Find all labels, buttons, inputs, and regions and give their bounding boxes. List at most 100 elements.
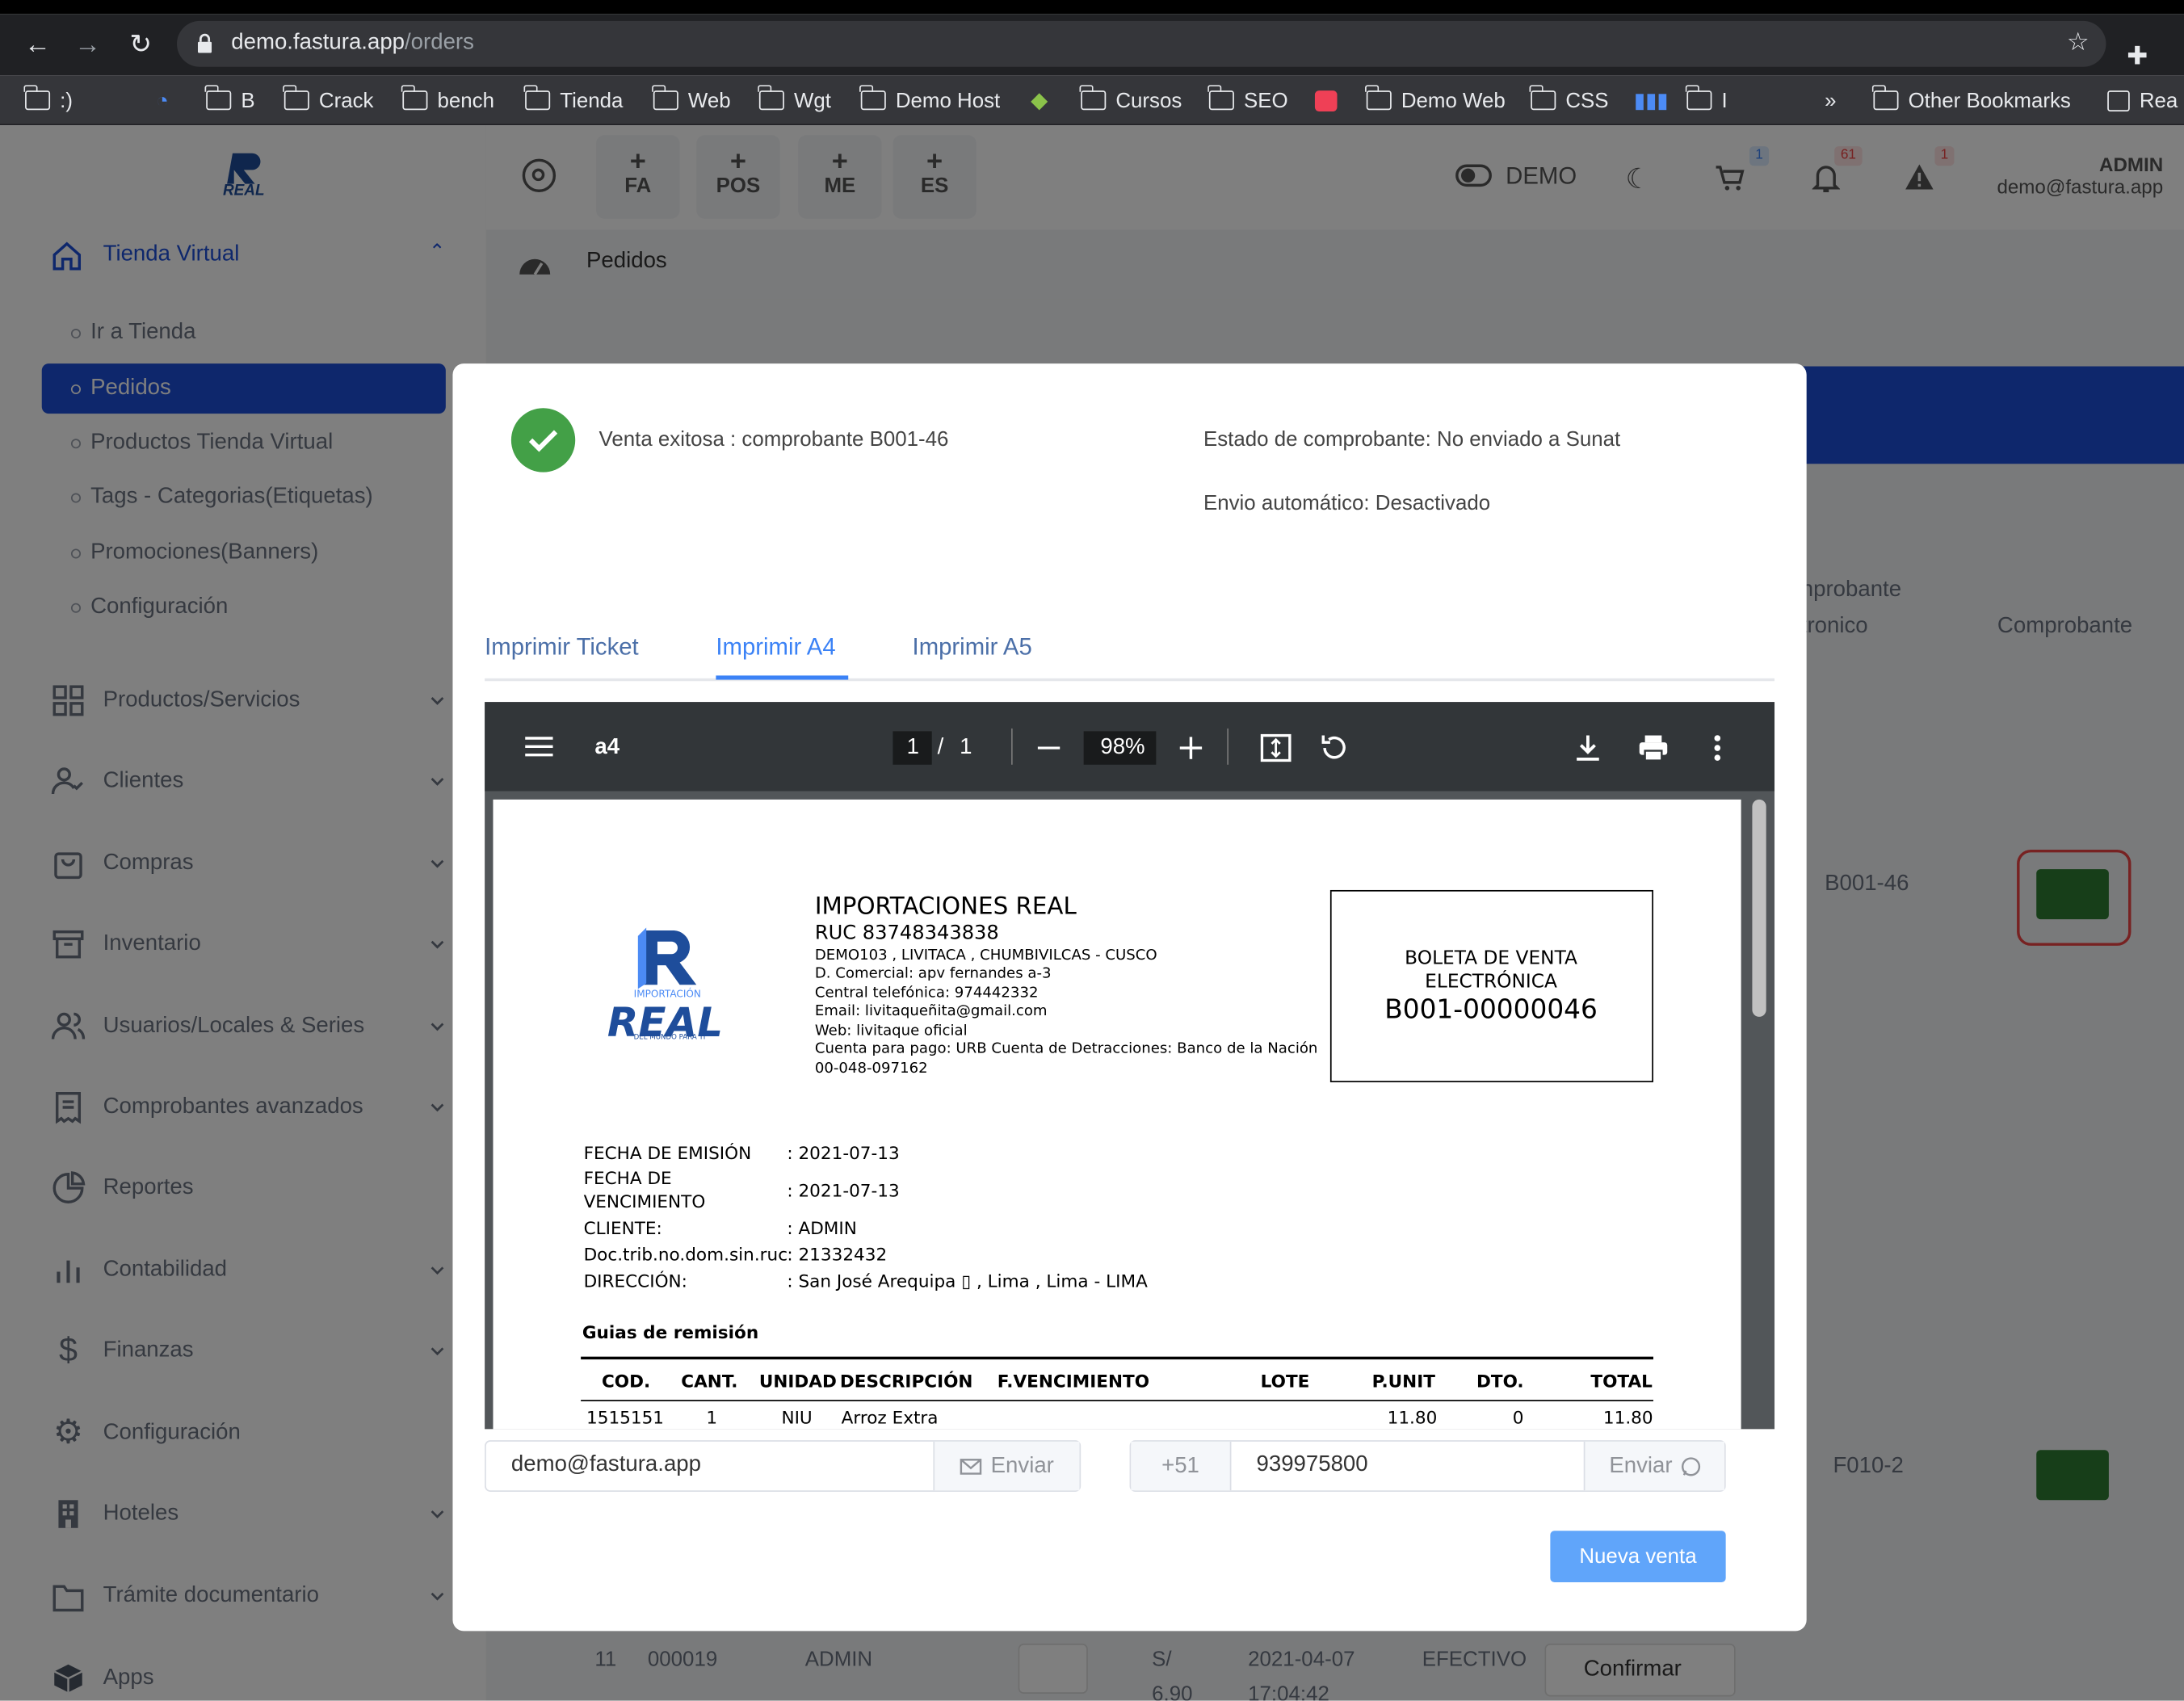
other-bookmarks[interactable]: Other Bookmarks (1872, 85, 2071, 114)
bookmark-chart-icon[interactable]: ▮▮▮ (1634, 86, 1669, 114)
folder-icon (1080, 85, 1107, 111)
success-message: Venta exitosa : comprobante B001-46 (598, 427, 949, 452)
field-label: FECHA DE (583, 1167, 672, 1188)
back-icon[interactable]: ← (21, 31, 54, 61)
bookmark-item[interactable]: Demo Host (859, 85, 1000, 114)
print-icon[interactable] (1638, 734, 1669, 762)
bookmark-item[interactable]: Demo Web (1365, 85, 1506, 114)
whatsapp-icon (1681, 1456, 1700, 1476)
document-type-box: BOLETA DE VENTA ELECTRÓNICA B001-0000004… (1329, 889, 1653, 1082)
pdf-viewer[interactable]: a4 1 / 1 98% IMPORTACIÓN REAL DEL MUNDO … (485, 702, 1775, 1430)
address-bar[interactable]: demo.fastura.app/orders ☆ (177, 20, 2106, 67)
email-value: demo@fastura.app (510, 1452, 701, 1476)
field-label: FECHA DE EMISIÓN (583, 1142, 752, 1163)
print-tabs: Imprimir Ticket Imprimir A4 Imprimir A5 (485, 628, 1775, 682)
table-header: COD. (601, 1370, 651, 1392)
table-header: LOTE (1260, 1370, 1310, 1392)
bookmarks-overflow[interactable]: » (1825, 86, 1836, 114)
table-cell: Arroz Extra (841, 1406, 939, 1428)
table-header: UNIDAD (758, 1370, 837, 1392)
lock-icon (197, 33, 212, 53)
bookmark-item[interactable]: bench (401, 85, 494, 114)
bookmark-icon-blue[interactable]: ◔ (156, 86, 169, 114)
folder-icon (758, 85, 784, 111)
bookmark-item[interactable]: SEO (1208, 85, 1288, 114)
field-value: : 2021-07-13 (787, 1179, 900, 1201)
whatsapp-field[interactable]: +51 939975800 Enviar (1129, 1440, 1726, 1492)
folder-icon (652, 85, 678, 111)
company-account: Cuenta para pago: URB Cuenta de Detracci… (814, 1040, 1318, 1057)
table-header: DESCRIPCIÓN (839, 1370, 973, 1392)
zoom-input[interactable]: 98% (1083, 731, 1157, 765)
field-value: : ADMIN (787, 1217, 857, 1239)
browser-toolbar: ← → ↻ demo.fastura.app/orders ☆ ✚ (0, 14, 2184, 76)
zoom-in-icon[interactable] (1179, 737, 1203, 759)
extensions-icon[interactable]: ✚ (2127, 42, 2148, 71)
reading-list[interactable]: Rea (2107, 86, 2178, 114)
table-cell: 11.80 (1602, 1406, 1653, 1428)
table-header: CANT. (681, 1370, 738, 1392)
tab-imprimir-a4[interactable]: Imprimir A4 (716, 634, 835, 662)
bookmark-tag-icon[interactable]: ◆ (1031, 86, 1048, 114)
phone-value: 939975800 (1256, 1452, 1368, 1476)
success-check-icon (510, 408, 576, 472)
bookmark-item[interactable]: Cursos (1080, 85, 1182, 114)
bookmark-item[interactable]: I (1686, 85, 1728, 114)
sale-success-modal: Venta exitosa : comprobante B001-46 Esta… (452, 363, 1807, 1632)
send-email-button[interactable]: Enviar (933, 1441, 1080, 1491)
bookmark-item[interactable]: B (205, 85, 255, 114)
pocket-icon[interactable] (1314, 86, 1338, 114)
pdf-scrollbar[interactable] (1752, 799, 1766, 1017)
tab-imprimir-ticket[interactable]: Imprimir Ticket (485, 634, 639, 662)
more-options-icon[interactable] (1713, 734, 1721, 762)
folder-icon (1872, 85, 1899, 111)
page-number-input[interactable]: 1 (892, 731, 932, 765)
company-ruc: RUC 83748343838 (814, 922, 999, 945)
table-cell: 1515151 (586, 1406, 665, 1428)
reload-icon[interactable]: ↻ (124, 31, 157, 61)
company-commercial: D. Comercial: apv fernandes a-3 (814, 965, 1052, 982)
field-value: : San José Arequipa ▯ , Lima , Lima - LI… (787, 1270, 1148, 1292)
folder-icon (1686, 85, 1712, 111)
company-email: Email: livitaqueñita@gmail.com (814, 1002, 1048, 1020)
reading-list-icon (2107, 90, 2130, 111)
folder-icon (859, 85, 886, 111)
page-separator: / (937, 735, 944, 759)
mail-icon (960, 1458, 982, 1474)
folder-icon (1530, 85, 1556, 111)
pdf-toolbar: a4 1 / 1 98% (485, 702, 1775, 792)
email-field[interactable]: demo@fastura.app Enviar (485, 1440, 1082, 1492)
table-cell: NIU (781, 1406, 813, 1428)
forward-icon[interactable]: → (71, 31, 104, 61)
table-header: F.VENCIMIENTO (997, 1370, 1150, 1392)
sunat-status: Estado de comprobante: No enviado a Suna… (1203, 427, 1621, 452)
zoom-out-icon[interactable] (1037, 746, 1060, 750)
send-whatsapp-button[interactable]: Enviar (1583, 1441, 1724, 1491)
bookmark-item[interactable]: Web (652, 85, 731, 114)
bookmark-item[interactable]: Crack (283, 85, 373, 114)
bookmark-item[interactable]: Tienda (524, 85, 623, 114)
bookmark-star-icon[interactable]: ☆ (2067, 27, 2090, 57)
rotate-icon[interactable] (1319, 733, 1350, 763)
bookmark-item[interactable]: Wgt (758, 85, 831, 114)
guias-title: Guias de remisión (582, 1321, 759, 1343)
menu-icon[interactable] (525, 736, 553, 758)
field-label: CLIENTE: (583, 1217, 662, 1239)
table-header: DTO. (1476, 1370, 1524, 1392)
bookmark-item[interactable]: :) (24, 85, 73, 114)
field-value: : 2021-07-13 (787, 1142, 900, 1163)
fit-page-icon[interactable] (1260, 733, 1292, 762)
active-tab-indicator (716, 675, 849, 680)
folder-icon (1365, 85, 1392, 111)
bookmark-item[interactable]: CSS (1530, 85, 1609, 114)
new-sale-button[interactable]: Nueva venta (1550, 1531, 1726, 1583)
download-icon[interactable] (1575, 734, 1600, 762)
table-cell: 11.80 (1387, 1406, 1438, 1428)
table-header: P.UNIT (1371, 1370, 1435, 1392)
folder-icon (24, 85, 51, 111)
company-address: DEMO103 , LIVITACA , CHUMBIVILCAS - CUSC… (814, 947, 1157, 964)
folder-icon (524, 85, 551, 111)
field-label: DIRECCIÓN: (583, 1270, 687, 1292)
folder-icon (1208, 85, 1234, 111)
tab-imprimir-a5[interactable]: Imprimir A5 (913, 634, 1032, 662)
